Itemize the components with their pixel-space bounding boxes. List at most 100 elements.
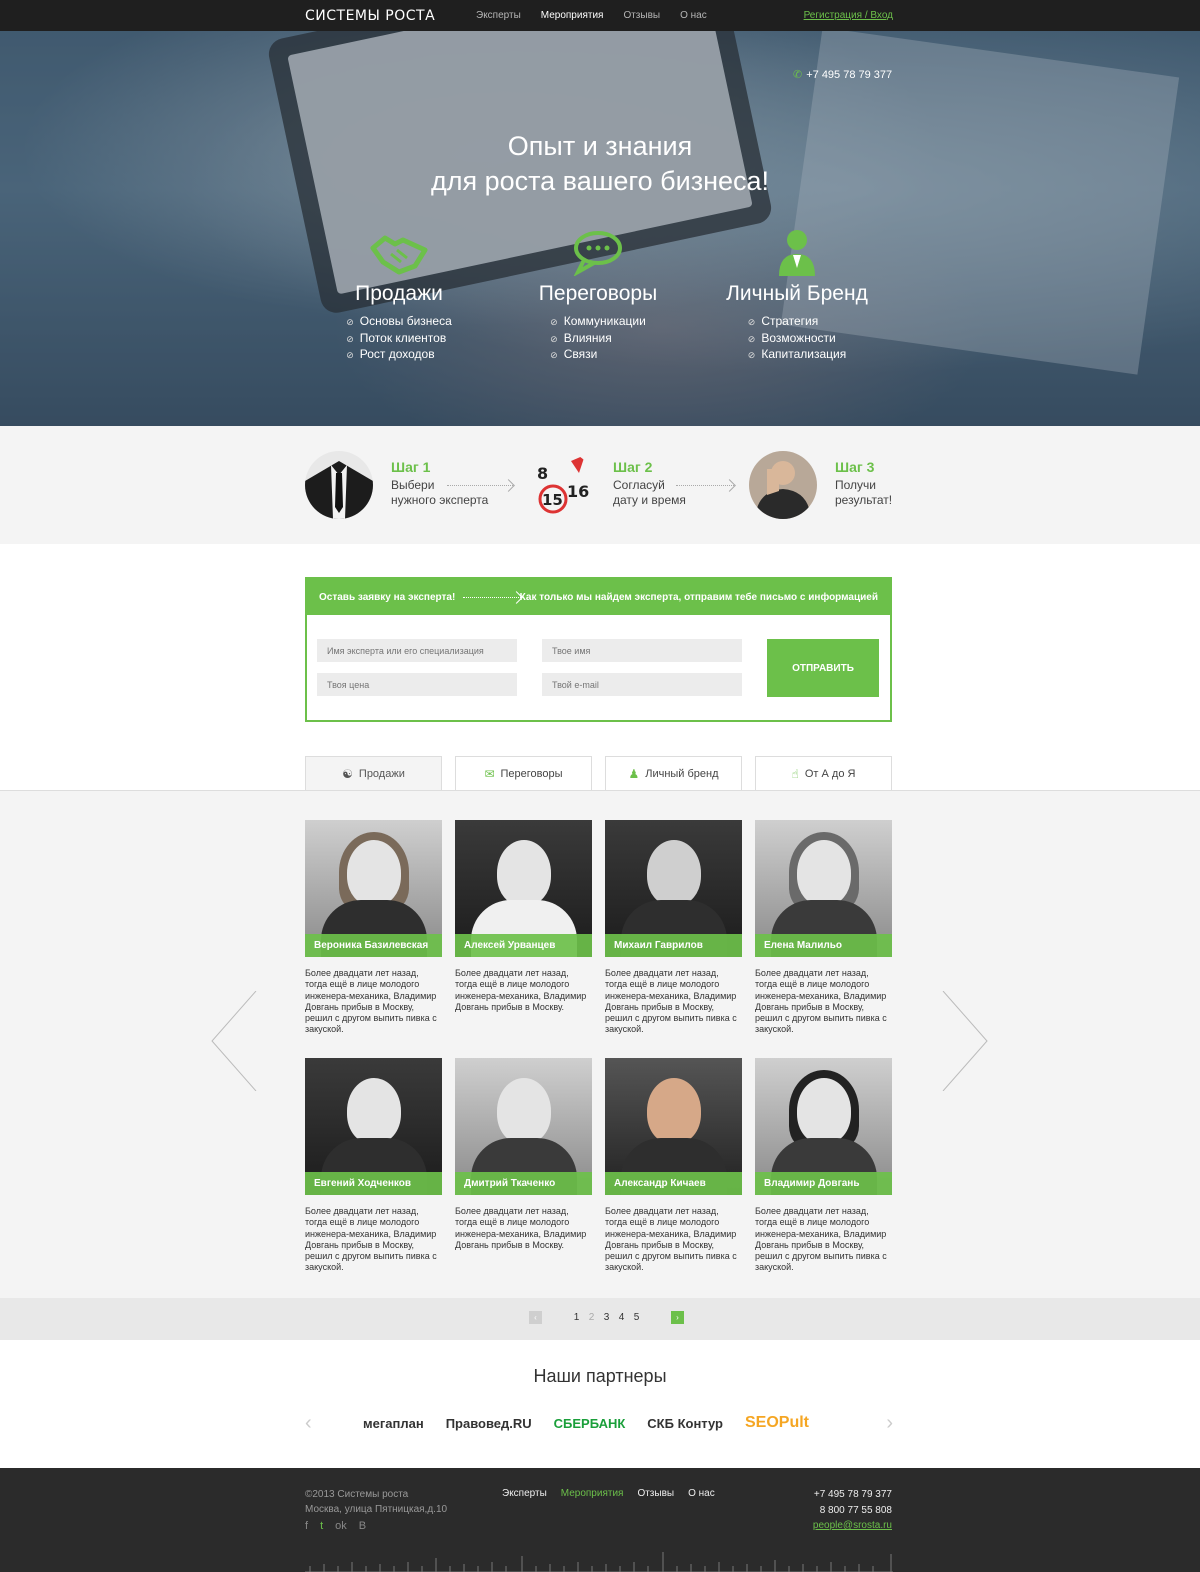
facebook-icon[interactable]: f xyxy=(305,1520,308,1532)
social-links: f t ok B xyxy=(305,1520,366,1532)
tab-a-to-z[interactable]: ☝ От А до Я xyxy=(755,756,892,790)
partner-logo-pravoved[interactable]: Правовед.RU xyxy=(446,1416,532,1431)
carousel-next-arrow[interactable] xyxy=(935,990,995,1092)
pillar-negotiations: Переговоры Коммуникации Влияния Связи xyxy=(498,216,698,364)
expert-request-form: Оставь заявку на эксперта! Как только мы… xyxy=(305,577,892,722)
expert-card: Вероника Базилевская Более двадцати лет … xyxy=(305,820,442,1058)
tab-personal-brand[interactable]: ♟ Личный бренд xyxy=(605,756,742,790)
expert-card: Дмитрий Ткаченко Более двадцати лет наза… xyxy=(455,1058,592,1296)
expert-photo[interactable]: Михаил Гаврилов xyxy=(605,820,742,957)
experts-section: Вероника Базилевская Более двадцати лет … xyxy=(0,790,1200,1298)
expert-photo[interactable]: Алексей Урванцев xyxy=(455,820,592,957)
partner-logo-seopult[interactable]: SEOPult xyxy=(745,1414,809,1432)
partner-logo-megaplan[interactable]: мегаплан xyxy=(363,1416,424,1431)
steps-section: Шаг 1 Выбери нужного эксперта 8 16 15 Шаг 2С… xyxy=(0,426,1200,544)
footer-nav-about[interactable]: О нас xyxy=(688,1488,715,1499)
nav-item-reviews[interactable]: Отзывы xyxy=(623,10,660,21)
tab-sales[interactable]: ☯ Продажи xyxy=(305,756,442,790)
category-tabs: ☯ Продажи ✉ Переговоры ♟ Личный бренд ☝ От А… xyxy=(305,756,892,790)
footer-phone-2: 8 800 77 55 808 xyxy=(819,1504,892,1516)
step-2: 8 16 15 Шаг 2 Согласуй дату и время xyxy=(527,451,686,519)
expert-photo[interactable]: Вероника Базилевская xyxy=(305,820,442,957)
footer-nav-events[interactable]: Мероприятия xyxy=(561,1488,624,1499)
expert-photo[interactable]: Елена Малильо xyxy=(755,820,892,957)
thumbs-up-icon: ☝ xyxy=(791,766,799,781)
submit-button[interactable]: ОТПРАВИТЬ xyxy=(767,639,879,697)
expert-card: Алексей Урванцев Более двадцати лет наза… xyxy=(455,820,592,1058)
footer-menu: Эксперты Мероприятия Отзывы О нас xyxy=(502,1488,715,1499)
prev-page-button[interactable]: ‹ xyxy=(529,1311,542,1324)
main-menu: Эксперты Мероприятия Отзывы О нас xyxy=(476,10,707,21)
person-icon: ♟ xyxy=(628,766,640,781)
handshake-icon xyxy=(299,216,499,276)
copyright: ©2013 Системы роста xyxy=(305,1489,409,1500)
page-4[interactable]: 4 xyxy=(617,1312,626,1323)
nav-item-experts[interactable]: Эксперты xyxy=(476,10,521,21)
step-arrow xyxy=(447,485,513,486)
register-login-link[interactable]: Регистрация / Вход xyxy=(804,10,893,21)
hero-phone: ✆ +7 495 78 79 377 xyxy=(793,69,893,81)
footer-nav-experts[interactable]: Эксперты xyxy=(502,1488,547,1499)
carousel-prev-arrow[interactable] xyxy=(204,990,264,1092)
partners-next-arrow[interactable]: › xyxy=(886,1412,893,1435)
partners-title: Наши партнеры xyxy=(533,1366,667,1386)
expert-card: Александр Кичаев Более двадцати лет наза… xyxy=(605,1058,742,1296)
form-header: Оставь заявку на эксперта! Как только мы… xyxy=(307,579,890,615)
footer-ruler-decoration xyxy=(305,1552,893,1572)
expert-photo[interactable]: Александр Кичаев xyxy=(605,1058,742,1195)
expert-card: Михаил Гаврилов Более двадцати лет назад… xyxy=(605,820,742,1058)
expert-card: Елена Малильо Более двадцати лет назад, … xyxy=(755,820,892,1058)
hero-title: Опыт и знания для роста вашего бизнеса! xyxy=(430,131,770,196)
top-nav: СИСТЕМЫ РОСТА Эксперты Мероприятия Отзыв… xyxy=(0,0,1200,31)
footer-email-link[interactable]: people@srosta.ru xyxy=(813,1518,892,1534)
step-2-image: 8 16 15 xyxy=(527,451,595,519)
expert-name-input[interactable] xyxy=(317,639,517,662)
pagination: ‹ 1 2 3 4 5 › xyxy=(0,1298,1200,1340)
step-3: Шаг 3 Получи результат! xyxy=(749,451,892,519)
odnoklassniki-icon[interactable]: ok xyxy=(335,1520,347,1532)
hero-banner: ✆ +7 495 78 79 377 Опыт и знания для роста… xyxy=(0,31,1200,426)
footer-nav-reviews[interactable]: Отзывы xyxy=(637,1488,674,1499)
nav-item-about[interactable]: О нас xyxy=(680,10,707,21)
partners-prev-arrow[interactable]: ‹ xyxy=(305,1412,312,1435)
email-input[interactable] xyxy=(542,673,742,696)
expert-photo[interactable]: Евгений Ходченков xyxy=(305,1058,442,1195)
twitter-icon[interactable]: t xyxy=(320,1520,323,1532)
partner-logo-kontur[interactable]: СКБ Контур xyxy=(647,1416,723,1431)
expert-card: Евгений Ходченков Более двадцати лет наз… xyxy=(305,1058,442,1296)
chat-bubbles-icon: ✉ xyxy=(484,766,495,781)
tab-negotiations[interactable]: ✉ Переговоры xyxy=(455,756,592,790)
expert-card: Владимир Довгань Более двадцати лет наза… xyxy=(755,1058,892,1296)
vkontakte-icon[interactable]: B xyxy=(359,1520,366,1532)
page-5[interactable]: 5 xyxy=(632,1312,641,1323)
handshake-icon: ☯ xyxy=(342,766,353,781)
expert-photo[interactable]: Дмитрий Ткаченко xyxy=(455,1058,592,1195)
phone-icon: ✆ xyxy=(793,69,803,81)
page-3[interactable]: 3 xyxy=(602,1312,611,1323)
experts-grid: Вероника Базилевская Более двадцати лет … xyxy=(305,820,893,1296)
page-1[interactable]: 1 xyxy=(572,1312,581,1323)
nav-item-events[interactable]: Мероприятия xyxy=(541,10,604,21)
next-page-button[interactable]: › xyxy=(671,1311,684,1324)
pillar-sales: Продажи Основы бизнеса Поток клиентов Ро… xyxy=(299,216,499,364)
step-arrow xyxy=(676,485,734,486)
svg-text:15: 15 xyxy=(542,491,563,509)
address: Москва, улица Пятницкая,д.10 xyxy=(305,1504,448,1515)
arrow-icon xyxy=(463,597,521,598)
footer-phone-1: +7 495 78 79 377 xyxy=(813,1489,892,1500)
your-name-input[interactable] xyxy=(542,639,742,662)
pillar-personal-brand: Личный Бренд Стратегия Возможности Капит… xyxy=(697,216,897,364)
partners-carousel: ‹ мегаплан Правовед.RU СБЕРБАНК СКБ Конт… xyxy=(305,1412,893,1434)
step-3-image xyxy=(749,451,817,519)
expert-photo[interactable]: Владимир Довгань xyxy=(755,1058,892,1195)
site-logo[interactable]: СИСТЕМЫ РОСТА xyxy=(305,8,435,24)
step-1-image xyxy=(305,451,373,519)
page-2[interactable]: 2 xyxy=(587,1312,596,1323)
svg-text:16: 16 xyxy=(567,482,589,501)
site-footer: ©2013 Системы роста Москва, улица Пятниц… xyxy=(0,1468,1200,1572)
partner-logo-sberbank[interactable]: СБЕРБАНК xyxy=(554,1416,626,1431)
chat-bubbles-icon xyxy=(498,216,698,276)
svg-text:8: 8 xyxy=(537,464,548,483)
price-input[interactable] xyxy=(317,673,517,696)
person-icon xyxy=(697,216,897,276)
